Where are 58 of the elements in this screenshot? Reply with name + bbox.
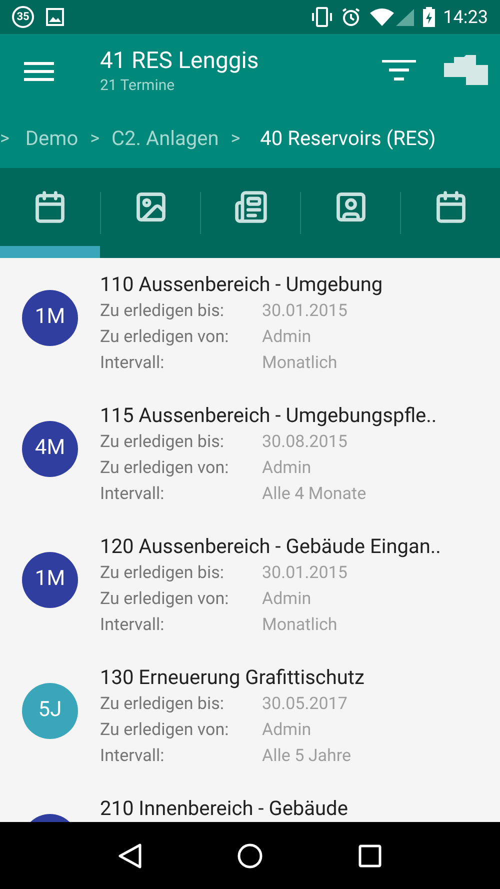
field-label: Zu erledigen von:	[100, 719, 230, 742]
interval-badge: 4M	[22, 421, 78, 477]
field-value: Alle 5 Jahre	[262, 745, 351, 768]
image-icon	[46, 8, 64, 26]
appointment-title[interactable]: 130 Erneuerung Grafittischutz	[100, 663, 364, 691]
field-label: Zu erledigen bis:	[100, 300, 225, 323]
contact-icon	[334, 190, 368, 224]
home-icon[interactable]	[236, 842, 263, 868]
field-label: Zu erledigen bis:	[100, 431, 225, 454]
newspaper-icon	[234, 190, 268, 224]
vibrate-icon	[311, 7, 334, 27]
field-value: Monatlich	[262, 352, 338, 375]
field-value: 30.08.2015	[262, 431, 348, 454]
field-label: Intervall:	[100, 483, 166, 506]
field-value: 30.01.2015	[262, 300, 348, 323]
interval-badge: 1M	[22, 290, 78, 346]
field-value: Monatlich	[262, 614, 338, 637]
folders-icon[interactable]	[444, 55, 488, 87]
signal-icon	[395, 8, 416, 26]
field-value: Admin	[262, 457, 312, 480]
breadcrumb-item[interactable]: 40 Reservoirs (RES)	[260, 123, 436, 153]
appointment-title[interactable]: 210 Innenbereich - Gebäude	[100, 794, 348, 822]
clock-time: 14:23	[443, 6, 488, 30]
breadcrumb-separator: >	[90, 126, 100, 150]
appointment-title[interactable]: 120 Aussenbereich - Gebäude Eingan..	[100, 532, 441, 560]
battery-icon	[423, 7, 436, 27]
field-label: Intervall:	[100, 352, 166, 375]
appointment-title[interactable]: 115 Aussenbereich - Umgebungspfle..	[100, 401, 437, 429]
field-value: 30.05.2017	[262, 693, 348, 716]
alarm-icon	[341, 7, 362, 27]
field-label: Zu erledigen von:	[100, 326, 230, 349]
field-label: Zu erledigen von:	[100, 588, 230, 611]
wifi-icon	[369, 8, 396, 26]
breadcrumb-separator: >	[0, 126, 10, 150]
field-label: Zu erledigen von:	[100, 457, 230, 480]
field-label: Zu erledigen bis:	[100, 562, 225, 585]
breadcrumb-separator: >	[230, 126, 240, 150]
back-icon[interactable]	[118, 842, 142, 868]
calendar-icon	[434, 190, 468, 224]
image-icon	[134, 190, 168, 224]
field-label: Zu erledigen bis:	[100, 693, 225, 716]
field-value: Admin	[262, 326, 312, 349]
menu-button[interactable]	[24, 62, 54, 80]
field-label: Intervall:	[100, 614, 166, 637]
field-value: Admin	[262, 719, 312, 742]
recents-icon[interactable]	[358, 844, 382, 868]
field-label: Intervall:	[100, 745, 166, 768]
appointment-title[interactable]: 110 Aussenbereich - Umgebung	[100, 270, 383, 298]
toolbar-title: 41 RES Lenggis	[100, 47, 260, 75]
toolbar-subtitle: 21 Termine	[100, 75, 176, 95]
notification-count: 35	[12, 6, 34, 28]
calendar-icon	[33, 190, 67, 224]
field-value: Admin	[262, 588, 312, 611]
field-value: Alle 4 Monate	[262, 483, 366, 506]
interval-badge: 5J	[22, 683, 78, 739]
field-value: 30.01.2015	[262, 562, 348, 585]
filter-icon[interactable]	[382, 60, 416, 82]
interval-badge: 1M	[22, 552, 78, 608]
